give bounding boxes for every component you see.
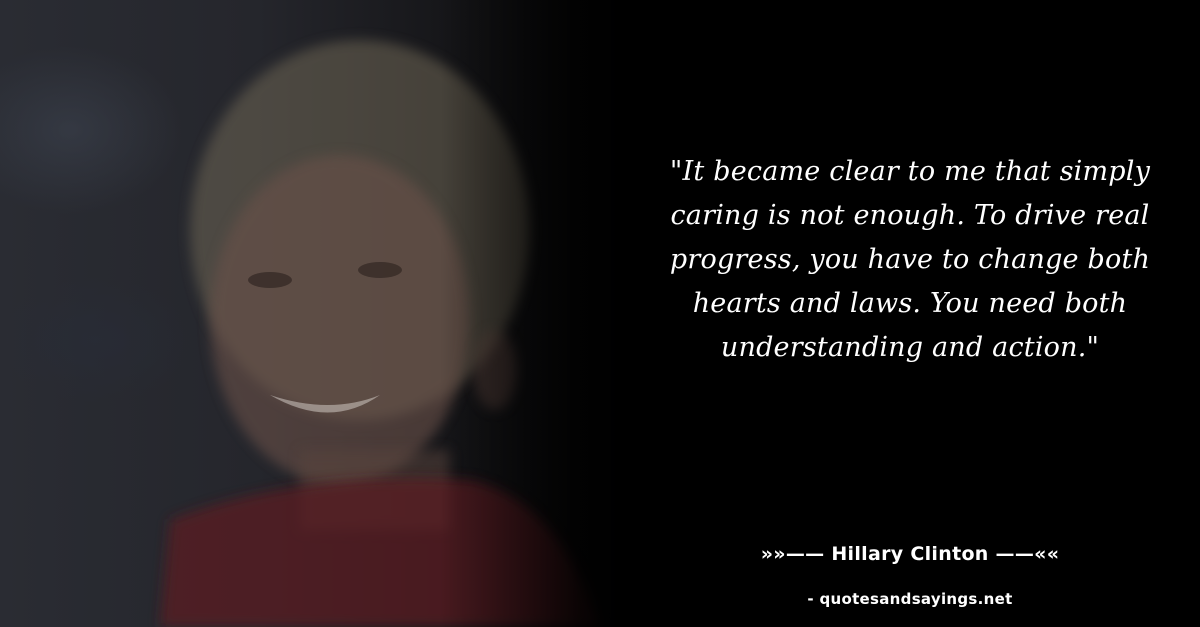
portrait-photo [0,0,640,627]
quote-text: "It became clear to me that simply carin… [669,156,1151,363]
photo-fade-overlay [440,0,640,627]
face-shape [210,155,470,485]
author-name: »»—— Hillary Clinton ——«« [760,543,1060,565]
right-eye-shape [358,262,402,278]
quote-card: "It became clear to me that simply carin… [0,0,1200,627]
left-eye-shape [248,272,292,288]
source-credit: - quotesandsayings.net [807,590,1013,608]
